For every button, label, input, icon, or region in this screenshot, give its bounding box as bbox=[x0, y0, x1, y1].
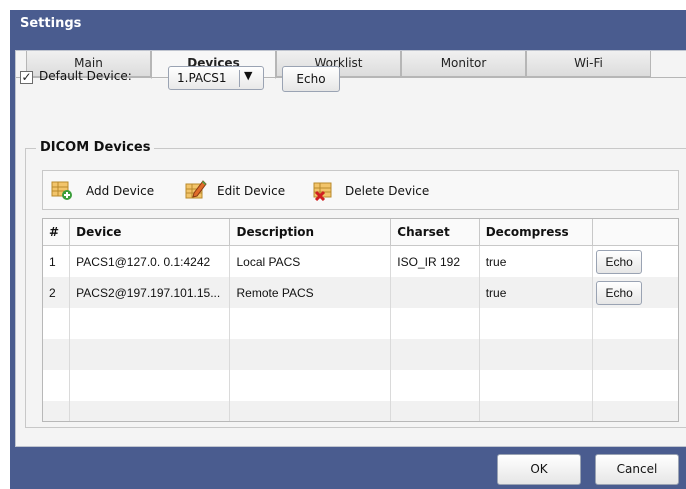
empty-row bbox=[43, 370, 678, 401]
empty-row bbox=[43, 401, 678, 421]
dicom-devices-label: DICOM Devices bbox=[36, 140, 155, 155]
devices-table: # Device Description Charset Decompress … bbox=[42, 218, 679, 422]
row-description: Remote PACS bbox=[229, 277, 392, 308]
row-device: PACS2@197.197.101.15... bbox=[69, 277, 231, 308]
row-device: PACS1@127.0. 0.1:4242 bbox=[69, 245, 231, 277]
cancel-button[interactable]: Cancel bbox=[595, 454, 679, 485]
col-header-description[interactable]: Description bbox=[229, 219, 392, 246]
default-device-checkbox[interactable]: ✓ bbox=[20, 71, 33, 84]
add-device-icon bbox=[51, 181, 72, 200]
default-device-label: Default Device: bbox=[39, 69, 132, 83]
row-num: 2 bbox=[43, 277, 71, 308]
default-echo-button[interactable]: Echo bbox=[282, 66, 340, 92]
settings-window: Settings Main Devices Worklist Monitor W… bbox=[10, 10, 686, 489]
dialog-footer: OK Cancel bbox=[10, 448, 686, 489]
col-header-decompress[interactable]: Decompress bbox=[479, 219, 594, 246]
tab-monitor[interactable]: Monitor bbox=[401, 51, 526, 77]
edit-device-label: Edit Device bbox=[217, 184, 286, 198]
default-device-select[interactable]: 1.PACS1 ▼ bbox=[168, 66, 264, 90]
devices-grid: # Device Description Charset Decompress … bbox=[43, 219, 678, 421]
default-device-value: 1.PACS1 bbox=[177, 71, 227, 85]
table-header-row: # Device Description Charset Decompress bbox=[43, 219, 678, 246]
dropdown-arrow-icon: ▼ bbox=[244, 69, 253, 82]
col-header-charset[interactable]: Charset bbox=[390, 219, 480, 246]
row-decompress: true bbox=[479, 245, 594, 277]
table-row[interactable]: 1 PACS1@127.0. 0.1:4242 Local PACS ISO_I… bbox=[43, 245, 678, 278]
delete-device-label: Delete Device bbox=[345, 184, 430, 198]
checkbox-check-icon: ✓ bbox=[21, 70, 32, 84]
row-echo-cell: Echo bbox=[592, 277, 678, 308]
row-decompress: true bbox=[479, 277, 594, 308]
row-echo-cell: Echo bbox=[593, 246, 678, 278]
delete-device-icon bbox=[313, 182, 332, 201]
add-device-button[interactable]: Add Device bbox=[51, 181, 161, 201]
edit-device-icon bbox=[185, 180, 207, 199]
col-header-device[interactable]: Device bbox=[69, 219, 231, 246]
row-num: 1 bbox=[43, 245, 71, 277]
table-row[interactable]: 2 PACS2@197.197.101.15... Remote PACS tr… bbox=[43, 277, 678, 308]
row-charset bbox=[390, 277, 480, 308]
add-device-label: Add Device bbox=[86, 184, 155, 198]
device-toolbar: Add Device Edit Device Delete Device bbox=[42, 170, 679, 210]
empty-row bbox=[43, 339, 678, 370]
delete-device-button[interactable]: Delete Device bbox=[313, 181, 443, 201]
row-echo-button[interactable]: Echo bbox=[596, 280, 643, 305]
row-echo-button[interactable]: Echo bbox=[596, 249, 643, 274]
empty-row bbox=[43, 308, 678, 339]
tab-wifi[interactable]: Wi-Fi bbox=[526, 51, 651, 77]
ok-button[interactable]: OK bbox=[497, 454, 581, 485]
row-charset: ISO_IR 192 bbox=[390, 245, 480, 277]
window-title: Settings bbox=[20, 16, 82, 31]
col-header-action bbox=[592, 219, 678, 246]
edit-device-button[interactable]: Edit Device bbox=[185, 180, 295, 201]
col-header-num[interactable]: # bbox=[43, 219, 71, 246]
row-description: Local PACS bbox=[229, 245, 392, 277]
combo-separator bbox=[239, 70, 240, 87]
